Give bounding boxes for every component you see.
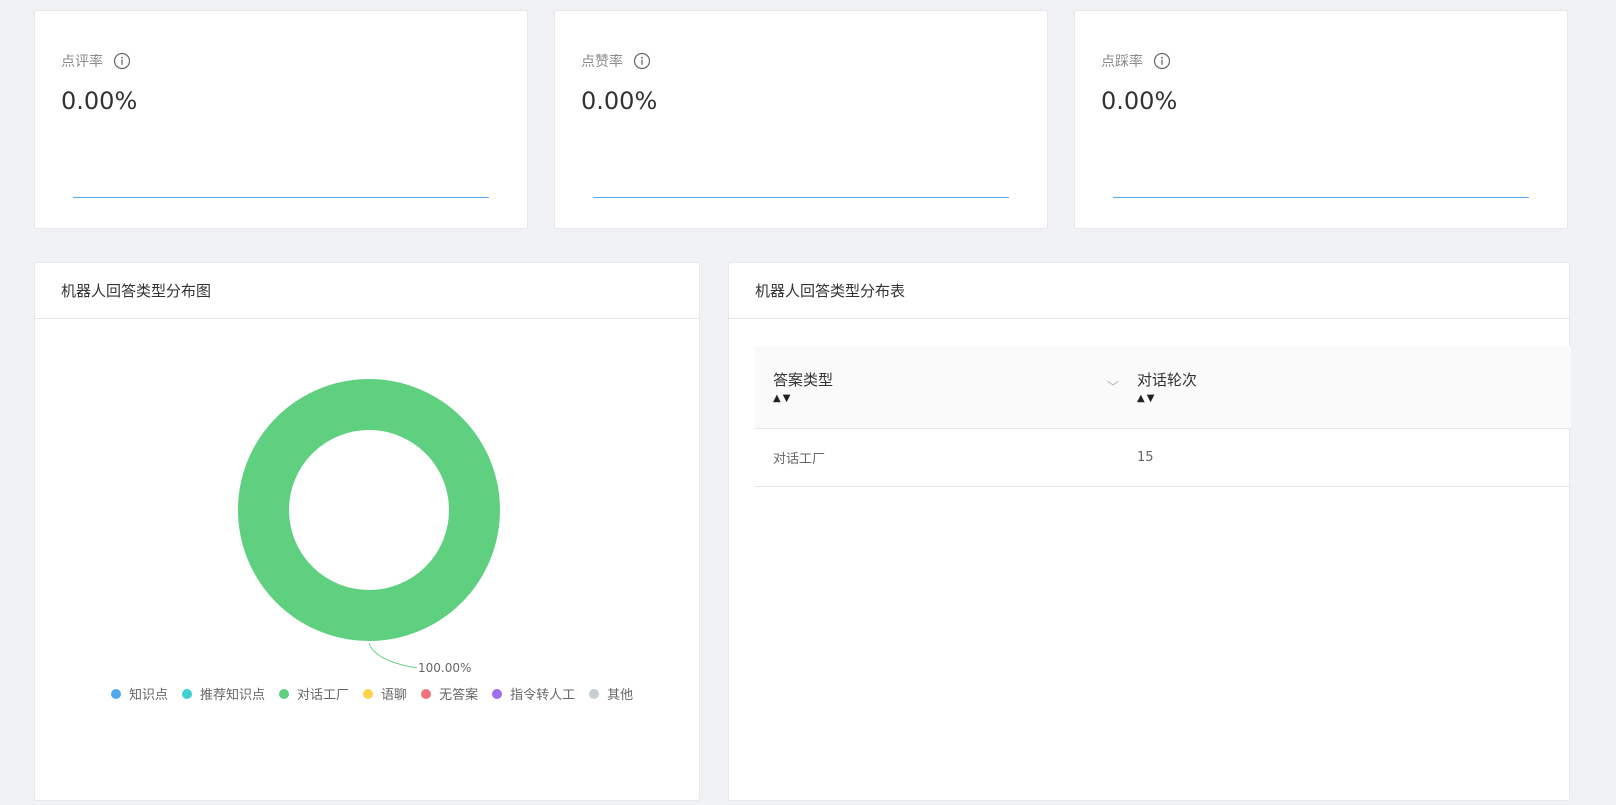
legend-item[interactable]: 无答案 bbox=[421, 684, 478, 703]
caret-down-icon[interactable]: ▼ bbox=[1147, 394, 1155, 404]
caret-up-icon[interactable]: ▲ bbox=[1137, 394, 1145, 404]
stat-value: 0.00% bbox=[1101, 87, 1178, 115]
sparkline bbox=[73, 197, 489, 198]
data-label: 100.00% bbox=[418, 661, 471, 675]
legend-dot-icon bbox=[363, 688, 374, 699]
legend-item[interactable]: 知识点 bbox=[111, 684, 168, 703]
legend-item[interactable]: 指令转人工 bbox=[492, 684, 575, 703]
legend-item[interactable]: 对话工厂 bbox=[279, 684, 349, 703]
stat-card-like-rate: 点赞率 0.00% bbox=[554, 10, 1048, 229]
legend-dot-icon bbox=[182, 688, 193, 699]
cell-answer-type: 对话工厂 bbox=[755, 428, 1137, 487]
column-header-answer-type[interactable]: 答案类型 ▲ ▼ ﹀ bbox=[755, 346, 1137, 429]
info-circle-icon[interactable] bbox=[113, 52, 131, 70]
legend-label: 其他 bbox=[607, 688, 634, 703]
legend-label: 语聊 bbox=[381, 688, 408, 703]
legend-item[interactable]: 其他 bbox=[589, 684, 633, 703]
sparkline bbox=[593, 197, 1009, 198]
legend-label: 无答案 bbox=[439, 688, 479, 703]
stat-label: 点评率 bbox=[61, 54, 103, 70]
sparkline bbox=[1113, 197, 1529, 198]
legend-label: 指令转人工 bbox=[510, 688, 576, 703]
legend-label: 对话工厂 bbox=[297, 688, 350, 703]
chart-legend: 知识点 推荐知识点 对话工厂 语聊 无答案 指令转人工 其他 bbox=[111, 684, 633, 703]
cell-dialog-turns: 15 bbox=[1137, 428, 1571, 487]
stat-value: 0.00% bbox=[61, 87, 138, 115]
answer-type-table: 答案类型 ▲ ▼ ﹀ 对话轮次 ▲ ▼ 对话工厂 15 bbox=[755, 346, 1571, 487]
answer-type-table-panel: 机器人回答类型分布表 答案类型 ▲ ▼ ﹀ 对话轮次 ▲ ▼ 对话工厂 15 bbox=[728, 262, 1571, 801]
legend-dot-icon bbox=[279, 688, 290, 699]
info-circle-icon[interactable] bbox=[1153, 52, 1171, 70]
stat-label: 点踩率 bbox=[1101, 54, 1143, 70]
column-header-dialog-turns[interactable]: 对话轮次 ▲ ▼ bbox=[1137, 346, 1571, 429]
column-label: 答案类型 bbox=[773, 371, 834, 390]
label-leader-line bbox=[368, 642, 418, 669]
table-header-row: 答案类型 ▲ ▼ ﹀ 对话轮次 ▲ ▼ bbox=[755, 346, 1571, 429]
info-circle-icon[interactable] bbox=[633, 52, 651, 70]
legend-item[interactable]: 推荐知识点 bbox=[182, 684, 265, 703]
stat-label: 点赞率 bbox=[581, 54, 623, 70]
panel-title: 机器人回答类型分布图 bbox=[35, 263, 699, 319]
caret-up-icon[interactable]: ▲ bbox=[773, 394, 781, 404]
stat-card-review-rate: 点评率 0.00% bbox=[34, 10, 528, 229]
column-label: 对话轮次 bbox=[1137, 371, 1198, 390]
legend-dot-icon bbox=[492, 688, 503, 699]
answer-type-chart-panel: 机器人回答类型分布图 100.00% 知识点 推荐知识点 对话工厂 语聊 无答案 指令转人… bbox=[34, 262, 700, 801]
caret-down-icon[interactable]: ▼ bbox=[783, 394, 791, 404]
legend-dot-icon bbox=[589, 688, 600, 699]
legend-label: 推荐知识点 bbox=[200, 688, 266, 703]
legend-dot-icon bbox=[111, 688, 121, 699]
panel-title: 机器人回答类型分布表 bbox=[729, 263, 1569, 319]
donut-chart: 100.00% bbox=[238, 379, 500, 675]
legend-item[interactable]: 语聊 bbox=[363, 684, 407, 703]
table-row[interactable]: 对话工厂 15 bbox=[755, 428, 1571, 487]
donut-slice-2[interactable] bbox=[238, 379, 500, 641]
chevron-down-icon[interactable]: ﹀ bbox=[1107, 378, 1119, 395]
legend-dot-icon bbox=[421, 688, 432, 699]
legend-label: 知识点 bbox=[129, 688, 169, 703]
stat-value: 0.00% bbox=[581, 87, 658, 115]
stat-card-dislike-rate: 点踩率 0.00% bbox=[1074, 10, 1568, 229]
